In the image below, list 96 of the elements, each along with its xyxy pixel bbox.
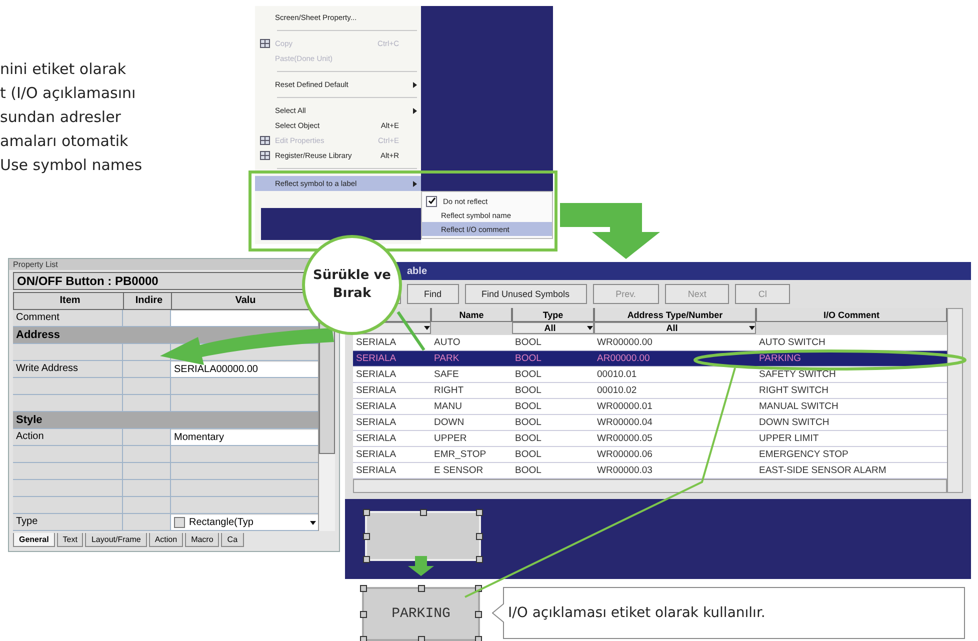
table-row[interactable]: SERIALA PARK BOOL AR00000.00 PARKING xyxy=(353,351,947,367)
property-dropdown[interactable]: Rectangle(Typ xyxy=(171,515,318,530)
tab[interactable]: Text xyxy=(56,533,84,547)
column-header: Indire xyxy=(124,293,172,309)
table-cell-text: SERIALA xyxy=(355,368,398,382)
table-row[interactable]: SERIALA AUTO BOOL WR00000.00 AUTO SWITCH xyxy=(353,335,947,351)
table-cell-text: EMR_STOP xyxy=(433,448,488,462)
table-cell-text: SERIALA xyxy=(355,464,398,478)
tab[interactable]: General xyxy=(13,533,55,547)
down-arrow xyxy=(408,556,434,576)
dropdown-arrow-icon[interactable] xyxy=(424,326,430,330)
table-cell-text: EMERGENCY STOP xyxy=(758,448,850,462)
table-cell-text: BOOL xyxy=(514,336,542,350)
table-cell-text: DOWN xyxy=(433,416,466,430)
column-header[interactable]: I/O Comment xyxy=(756,308,947,322)
column-header: Item xyxy=(14,293,124,309)
group-header: Style xyxy=(15,413,42,428)
property-name: Comment xyxy=(13,310,123,326)
table-cell-text: SERIALA xyxy=(355,448,398,462)
column-header[interactable]: Type xyxy=(512,308,594,322)
scrollbar[interactable] xyxy=(353,479,947,493)
table-cell-text: E SENSOR xyxy=(433,464,484,478)
table-row[interactable]: SERIALA RIGHT BOOL 00010.02 RIGHT SWITCH xyxy=(353,383,947,399)
tab[interactable]: Action xyxy=(148,533,184,547)
table-cell-text: BOOL xyxy=(514,400,542,414)
table-cell-text: SAFE xyxy=(433,368,460,382)
group-header: Address xyxy=(15,328,60,343)
leader-line xyxy=(396,311,426,351)
column-header[interactable]: Name xyxy=(431,308,512,322)
table-cell-text: BOOL xyxy=(514,464,542,478)
window-title: able xyxy=(407,266,428,276)
table-cell-text: EAST-SIDE SENSOR ALARM xyxy=(758,464,888,478)
property-value-field[interactable]: Momentary xyxy=(171,430,318,445)
property-name: Write Address xyxy=(13,361,123,377)
tab[interactable]: Macro xyxy=(185,533,220,547)
table-cell-text: WR00000.05 xyxy=(596,432,654,446)
table-cell-text: BOOL xyxy=(514,448,542,462)
table-cell-text: WR00000.01 xyxy=(596,400,654,414)
intro-text-line: t (I/O açıklamasını xyxy=(0,83,136,104)
intro-text-line: Use symbol names xyxy=(0,155,142,176)
table-cell-text: AUTO xyxy=(433,336,462,350)
tab[interactable]: Ca xyxy=(221,533,244,547)
table-cell-text: BOOL xyxy=(514,384,542,398)
table-cell-text: WR00000.03 xyxy=(596,464,654,478)
table-cell-text: UPPER LIMIT xyxy=(758,432,820,446)
table-cell-text: SERIALA xyxy=(355,432,398,446)
table-cell-text: BOOL xyxy=(514,368,542,382)
table-cell-text: DOWN SWITCH xyxy=(758,416,830,430)
dropdown-arrow-icon[interactable] xyxy=(310,520,316,524)
table-cell-text: 00010.01 xyxy=(596,368,638,382)
table-row[interactable]: SERIALA UPPER BOOL WR00000.05 UPPER LIMIT xyxy=(353,431,947,447)
callout-text: I/O açıklaması etiket olarak kullanılır. xyxy=(508,605,766,621)
table-cell-text: AR00000.00 xyxy=(596,352,651,366)
table-cell-text: MANU xyxy=(433,400,463,414)
intro-text-line: sundan adresler xyxy=(0,107,121,128)
table-cell-text: WR00000.00 xyxy=(596,336,654,350)
table-cell-text: RIGHT xyxy=(433,384,465,398)
parking-button[interactable]: PARKING xyxy=(362,587,480,641)
table-cell-text: SAFETY SWITCH xyxy=(758,368,837,382)
dropdown-arrow-icon[interactable] xyxy=(749,326,755,330)
table-row[interactable]: SERIALA SAFE BOOL 00010.01 SAFETY SWITCH xyxy=(353,367,947,383)
table-cell-text: SERIALA xyxy=(355,384,398,398)
table-cell-text: RIGHT SWITCH xyxy=(758,384,830,398)
scrollbar[interactable] xyxy=(947,308,963,493)
table-cell-text: SERIALA xyxy=(355,400,398,414)
table-cell-text: BOOL xyxy=(514,432,542,446)
table-cell-text: WR00000.06 xyxy=(596,448,654,462)
table-cell-text: SERIALA xyxy=(355,352,398,366)
table-cell-text: SERIALA xyxy=(355,336,398,350)
table-cell-text: BOOL xyxy=(514,352,542,366)
table-cell-text: WR00000.04 xyxy=(596,416,654,430)
dropdown-arrow-icon[interactable] xyxy=(587,326,593,330)
table-cell-text: SERIALA xyxy=(355,416,398,430)
toolbar-button[interactable]: Find xyxy=(407,284,459,304)
table-row[interactable]: SERIALA EMR_STOP BOOL WR00000.06 EMERGENCY STOP xyxy=(353,447,947,463)
table-row[interactable]: SERIALA DOWN BOOL WR00000.04 DOWN SWITCH xyxy=(353,415,947,431)
property-name: Action xyxy=(13,429,123,445)
table-cell-text: BOOL xyxy=(514,416,542,430)
column-header[interactable]: Address Type/Number xyxy=(594,308,756,322)
table-cell-text: UPPER xyxy=(433,432,468,446)
intro-text-line: nini etiket olarak xyxy=(0,59,126,80)
table-cell-text: MANUAL SWITCH xyxy=(758,400,840,414)
filter-dropdown[interactable]: All xyxy=(512,322,594,334)
tab[interactable]: Layout/Frame xyxy=(85,533,147,547)
property-name: Type xyxy=(13,514,123,530)
property-value-field[interactable]: SERIALA00000.00 xyxy=(171,362,318,377)
table-cell-text: 00010.02 xyxy=(596,384,638,398)
table-cell-text: PARK xyxy=(433,352,460,366)
table-row[interactable]: SERIALA MANU BOOL WR00000.01 MANUAL SWITCH xyxy=(353,399,947,415)
table-cell-text: PARKING xyxy=(758,352,802,366)
property-value-field[interactable] xyxy=(171,311,318,326)
table-row[interactable]: SERIALA E SENSOR BOOL WR00000.03 EAST-SIDE SENSOR ALARM xyxy=(353,463,947,479)
toolbar-button[interactable]: Find Unused Symbols xyxy=(464,284,587,304)
table-cell-text: AUTO SWITCH xyxy=(758,336,826,350)
filter-dropdown[interactable]: All xyxy=(594,322,756,334)
intro-text-line: amaları otomatik xyxy=(0,131,128,152)
